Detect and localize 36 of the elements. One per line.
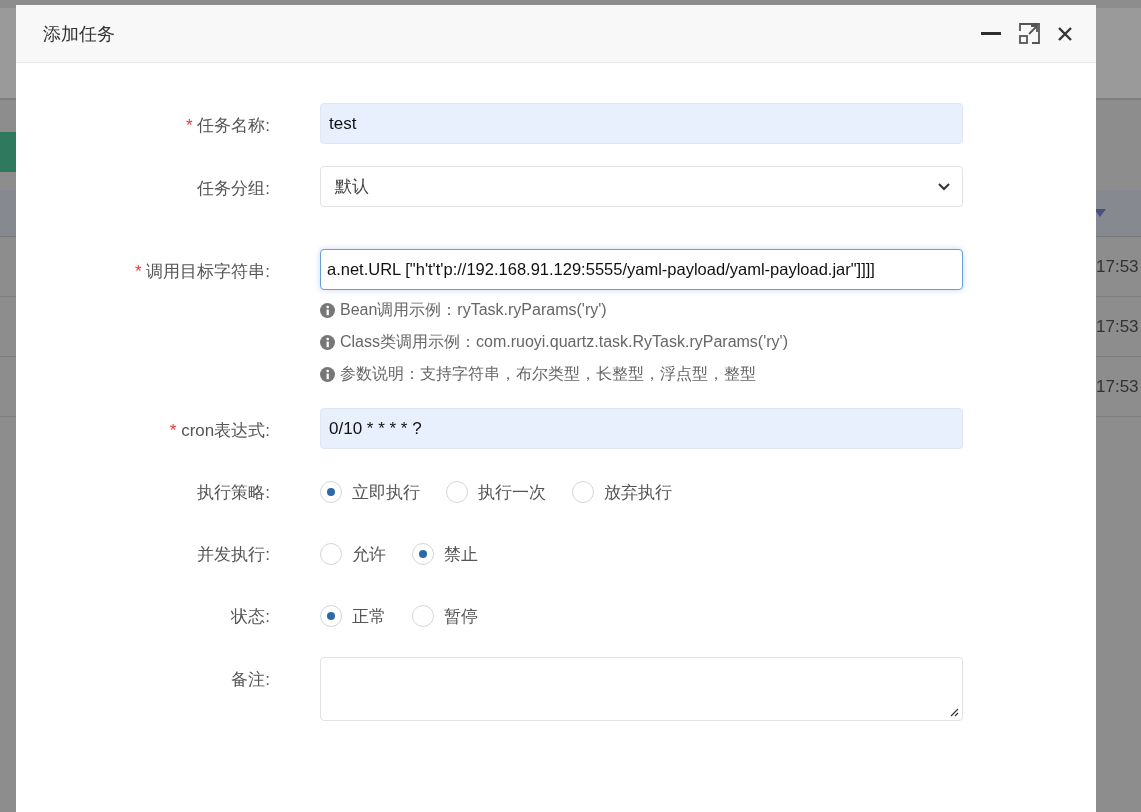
info-icon: [320, 335, 335, 350]
info-icon: [320, 303, 335, 318]
field-label: 任务分组:: [196, 178, 270, 200]
hint-text: Class类调用示例：com.ruoyi.quartz.task.RyTask.ryParams('ry'): [340, 332, 788, 352]
select-field[interactable]: 默认: [320, 166, 963, 207]
sort-icon: [1094, 209, 1106, 217]
input-field[interactable]: a.net.URL ["h't't'p://192.168.91.129:5555/yaml-payload/yaml-payload.jar"]]]]: [320, 249, 963, 290]
option-label[interactable]: 禁止: [444, 542, 478, 566]
maximize-icon[interactable]: [1019, 23, 1040, 44]
textarea-field[interactable]: [320, 657, 963, 721]
input-field[interactable]: 0/10 * * * * ?: [320, 408, 963, 449]
table-cell-text: 17:53: [1096, 376, 1140, 397]
option-label[interactable]: 正常: [352, 604, 386, 628]
table-cell-text: 17:53: [1096, 256, 1140, 277]
minimize-icon[interactable]: [981, 31, 1001, 36]
field-label: * 调用目标字符串:: [133, 261, 270, 283]
field-label: 状态:: [230, 605, 270, 628]
hint-text: 参数说明：支持字符串，布尔类型，长整型，浮点型，整型: [340, 364, 756, 384]
field-label: 备注:: [230, 669, 270, 691]
field-label: * cron表达式:: [168, 420, 270, 442]
field-label: 并发执行:: [196, 543, 270, 566]
table-cell-text: 17:53: [1096, 316, 1140, 337]
option-label[interactable]: 放弃执行: [604, 480, 672, 504]
option-label[interactable]: 允许: [352, 542, 386, 566]
resize-handle-icon[interactable]: [950, 708, 959, 717]
field-label: * 任务名称:: [184, 115, 270, 137]
option-label[interactable]: 暂停: [444, 604, 478, 628]
dialog-title: 添加任务: [43, 22, 115, 46]
option-label[interactable]: 立即执行: [352, 480, 420, 504]
chevron-icon: [938, 182, 950, 191]
input-field[interactable]: test: [320, 103, 963, 144]
hint-text: Bean调用示例：ryTask.ryParams('ry'): [340, 300, 607, 320]
option-label[interactable]: 执行一次: [478, 480, 546, 504]
field-label: 执行策略:: [196, 481, 270, 504]
info-icon: [320, 367, 335, 382]
close-icon[interactable]: [1058, 26, 1072, 41]
